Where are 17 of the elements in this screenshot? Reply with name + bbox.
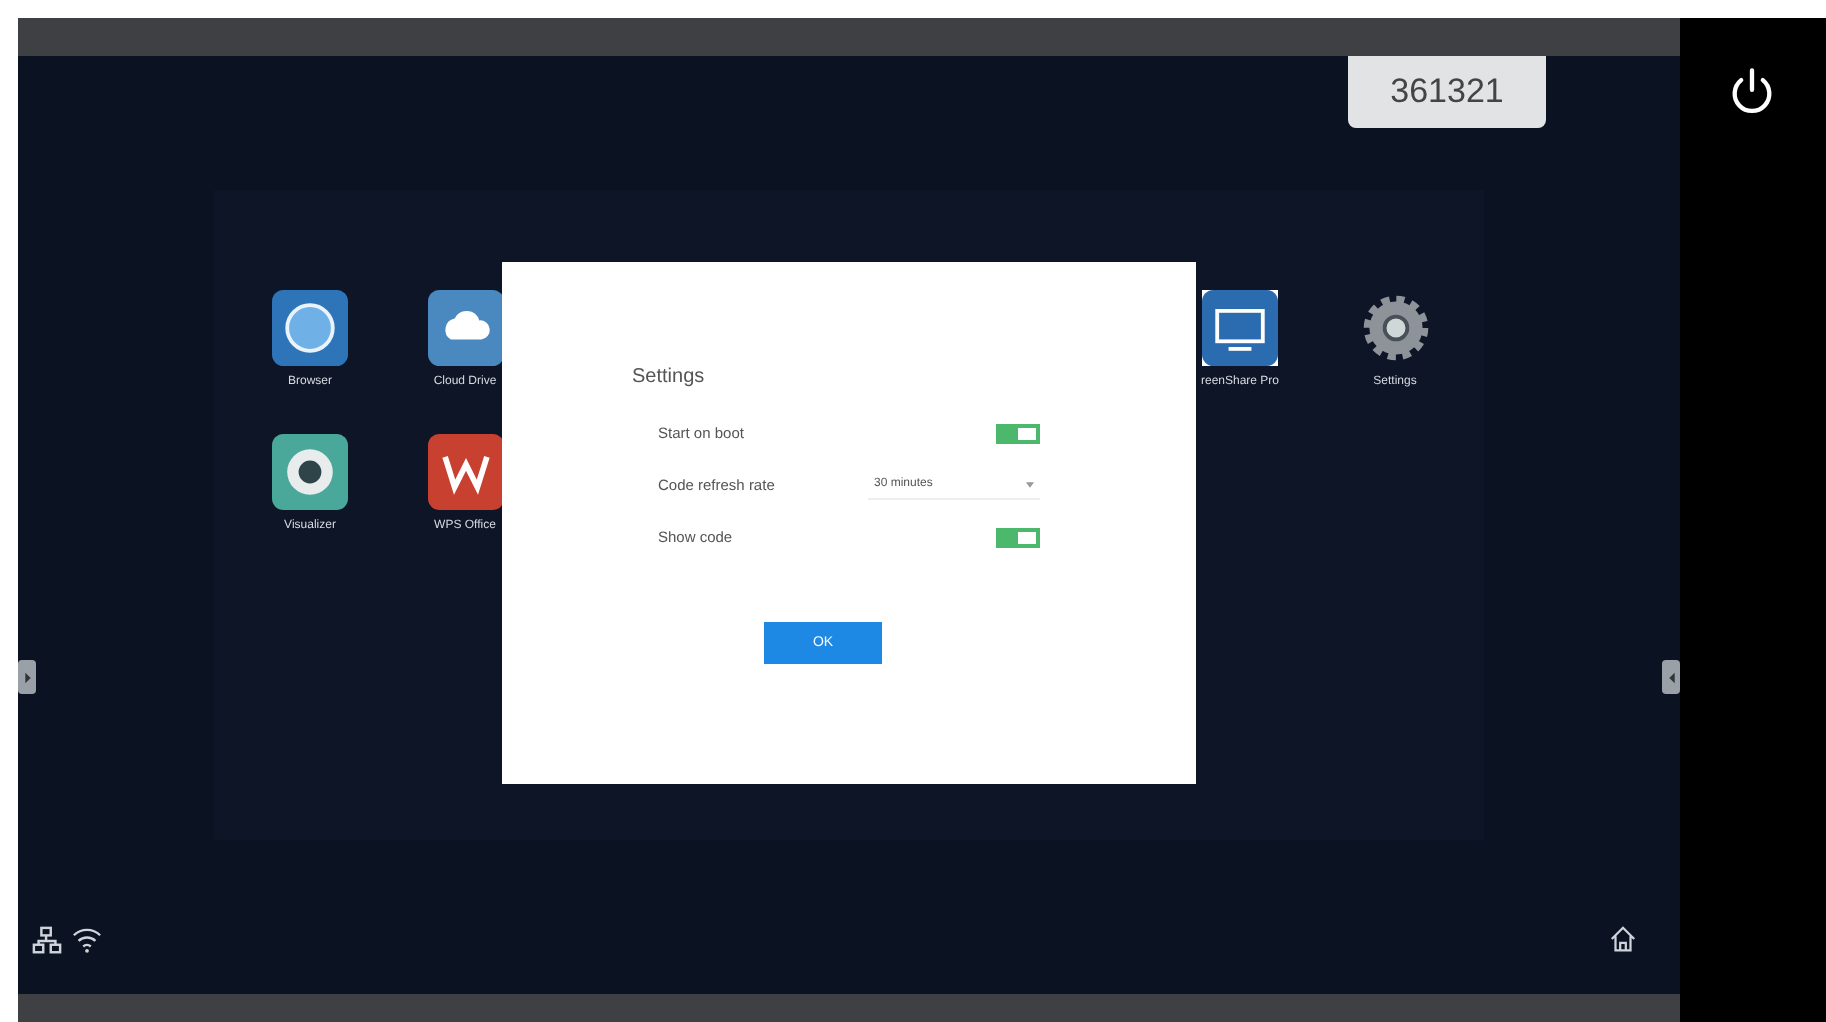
- drawer-handle[interactable]: [18, 660, 36, 694]
- code-badge: 361321: [1348, 56, 1546, 128]
- home-icon[interactable]: [1608, 924, 1638, 954]
- network-icon: [32, 926, 62, 956]
- globe-icon[interactable]: [272, 290, 348, 366]
- dialog-title: Settings: [632, 366, 707, 388]
- cloud-icon[interactable]: [427, 290, 503, 366]
- lens-icon[interactable]: [272, 434, 348, 510]
- caret-right-icon: [23, 671, 31, 683]
- caret-left-icon: [1667, 671, 1675, 683]
- screen-icon[interactable]: [1202, 290, 1278, 366]
- drawer-handle[interactable]: [1662, 660, 1680, 694]
- wifi-icon: [72, 924, 102, 954]
- toggle-switch[interactable]: [996, 423, 1040, 443]
- dropdown-arrow-icon: [1026, 481, 1034, 487]
- toggle-switch[interactable]: [996, 527, 1040, 547]
- w-logo-icon[interactable]: [427, 434, 503, 510]
